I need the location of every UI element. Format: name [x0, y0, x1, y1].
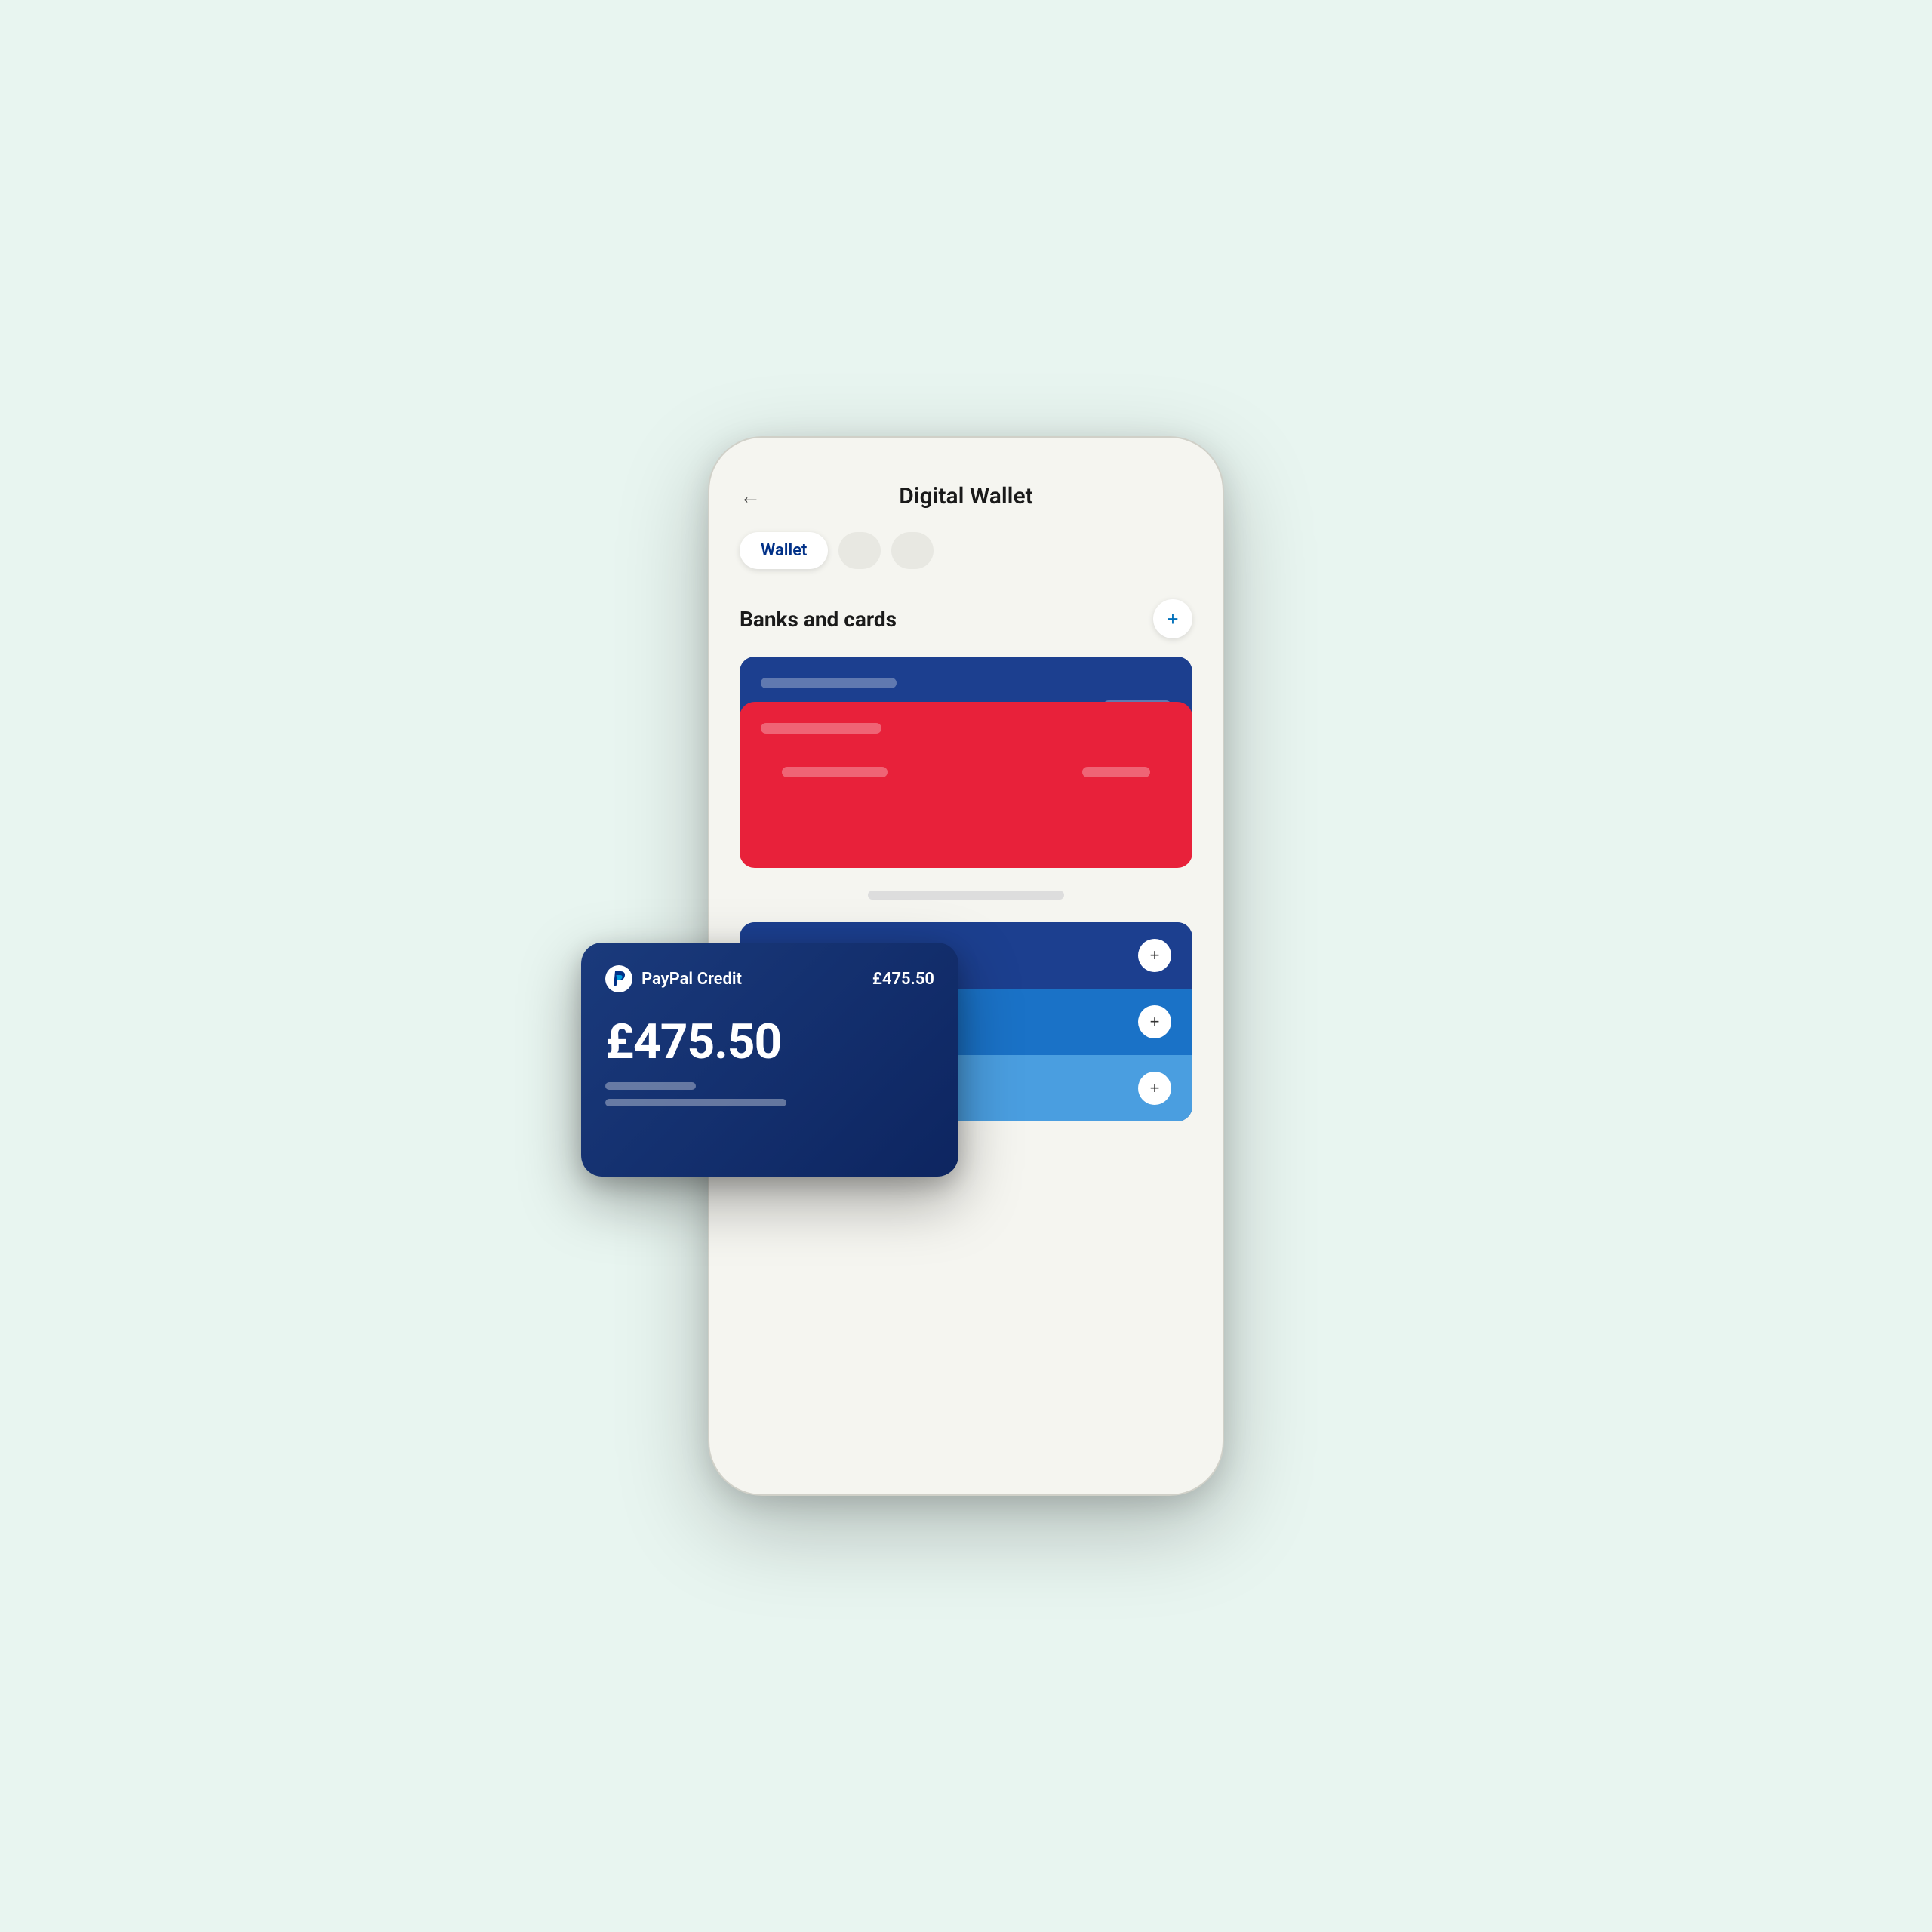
cards-stack [740, 657, 1192, 868]
paypal-logo-icon [605, 965, 632, 992]
paypal-card-detail-line-1 [605, 1082, 696, 1090]
paypal-amount-large: £475.50 [605, 1014, 934, 1070]
red-card-line-2 [782, 767, 888, 777]
separator [868, 891, 1064, 900]
card-line-1 [761, 678, 897, 688]
back-button[interactable]: ← [740, 484, 761, 509]
tab-2[interactable] [838, 532, 881, 569]
tabs-row: Wallet [740, 532, 1192, 569]
banks-cards-section-header: Banks and cards + [740, 599, 1192, 638]
paypal-balance-header: £475.50 [872, 970, 934, 989]
red-card-line-3 [1082, 767, 1150, 777]
red-card-row [740, 746, 1192, 786]
paypal-card-name: PayPal Credit [641, 970, 742, 989]
tab-3[interactable] [891, 532, 934, 569]
page-title: Digital Wallet [899, 483, 1032, 509]
paypal-card-header: PayPal Credit £475.50 [605, 965, 934, 992]
paypal-card-detail-line-2 [605, 1099, 786, 1106]
paypal-logo-row: PayPal Credit [605, 965, 742, 992]
red-card-line-1 [761, 723, 881, 734]
card-red[interactable] [740, 702, 1192, 868]
method-add-button-2[interactable]: + [1138, 1005, 1171, 1038]
method-add-button-3[interactable]: + [1138, 1072, 1171, 1105]
add-bank-card-button[interactable]: + [1153, 599, 1192, 638]
paypal-credit-card[interactable]: PayPal Credit £475.50 £475.50 [581, 943, 958, 1177]
scene: ← Digital Wallet Wallet Banks and cards … [626, 287, 1306, 1645]
screen-header: ← Digital Wallet [740, 483, 1192, 509]
tab-wallet[interactable]: Wallet [740, 532, 828, 569]
method-add-button-1[interactable]: + [1138, 939, 1171, 972]
banks-cards-title: Banks and cards [740, 607, 897, 632]
